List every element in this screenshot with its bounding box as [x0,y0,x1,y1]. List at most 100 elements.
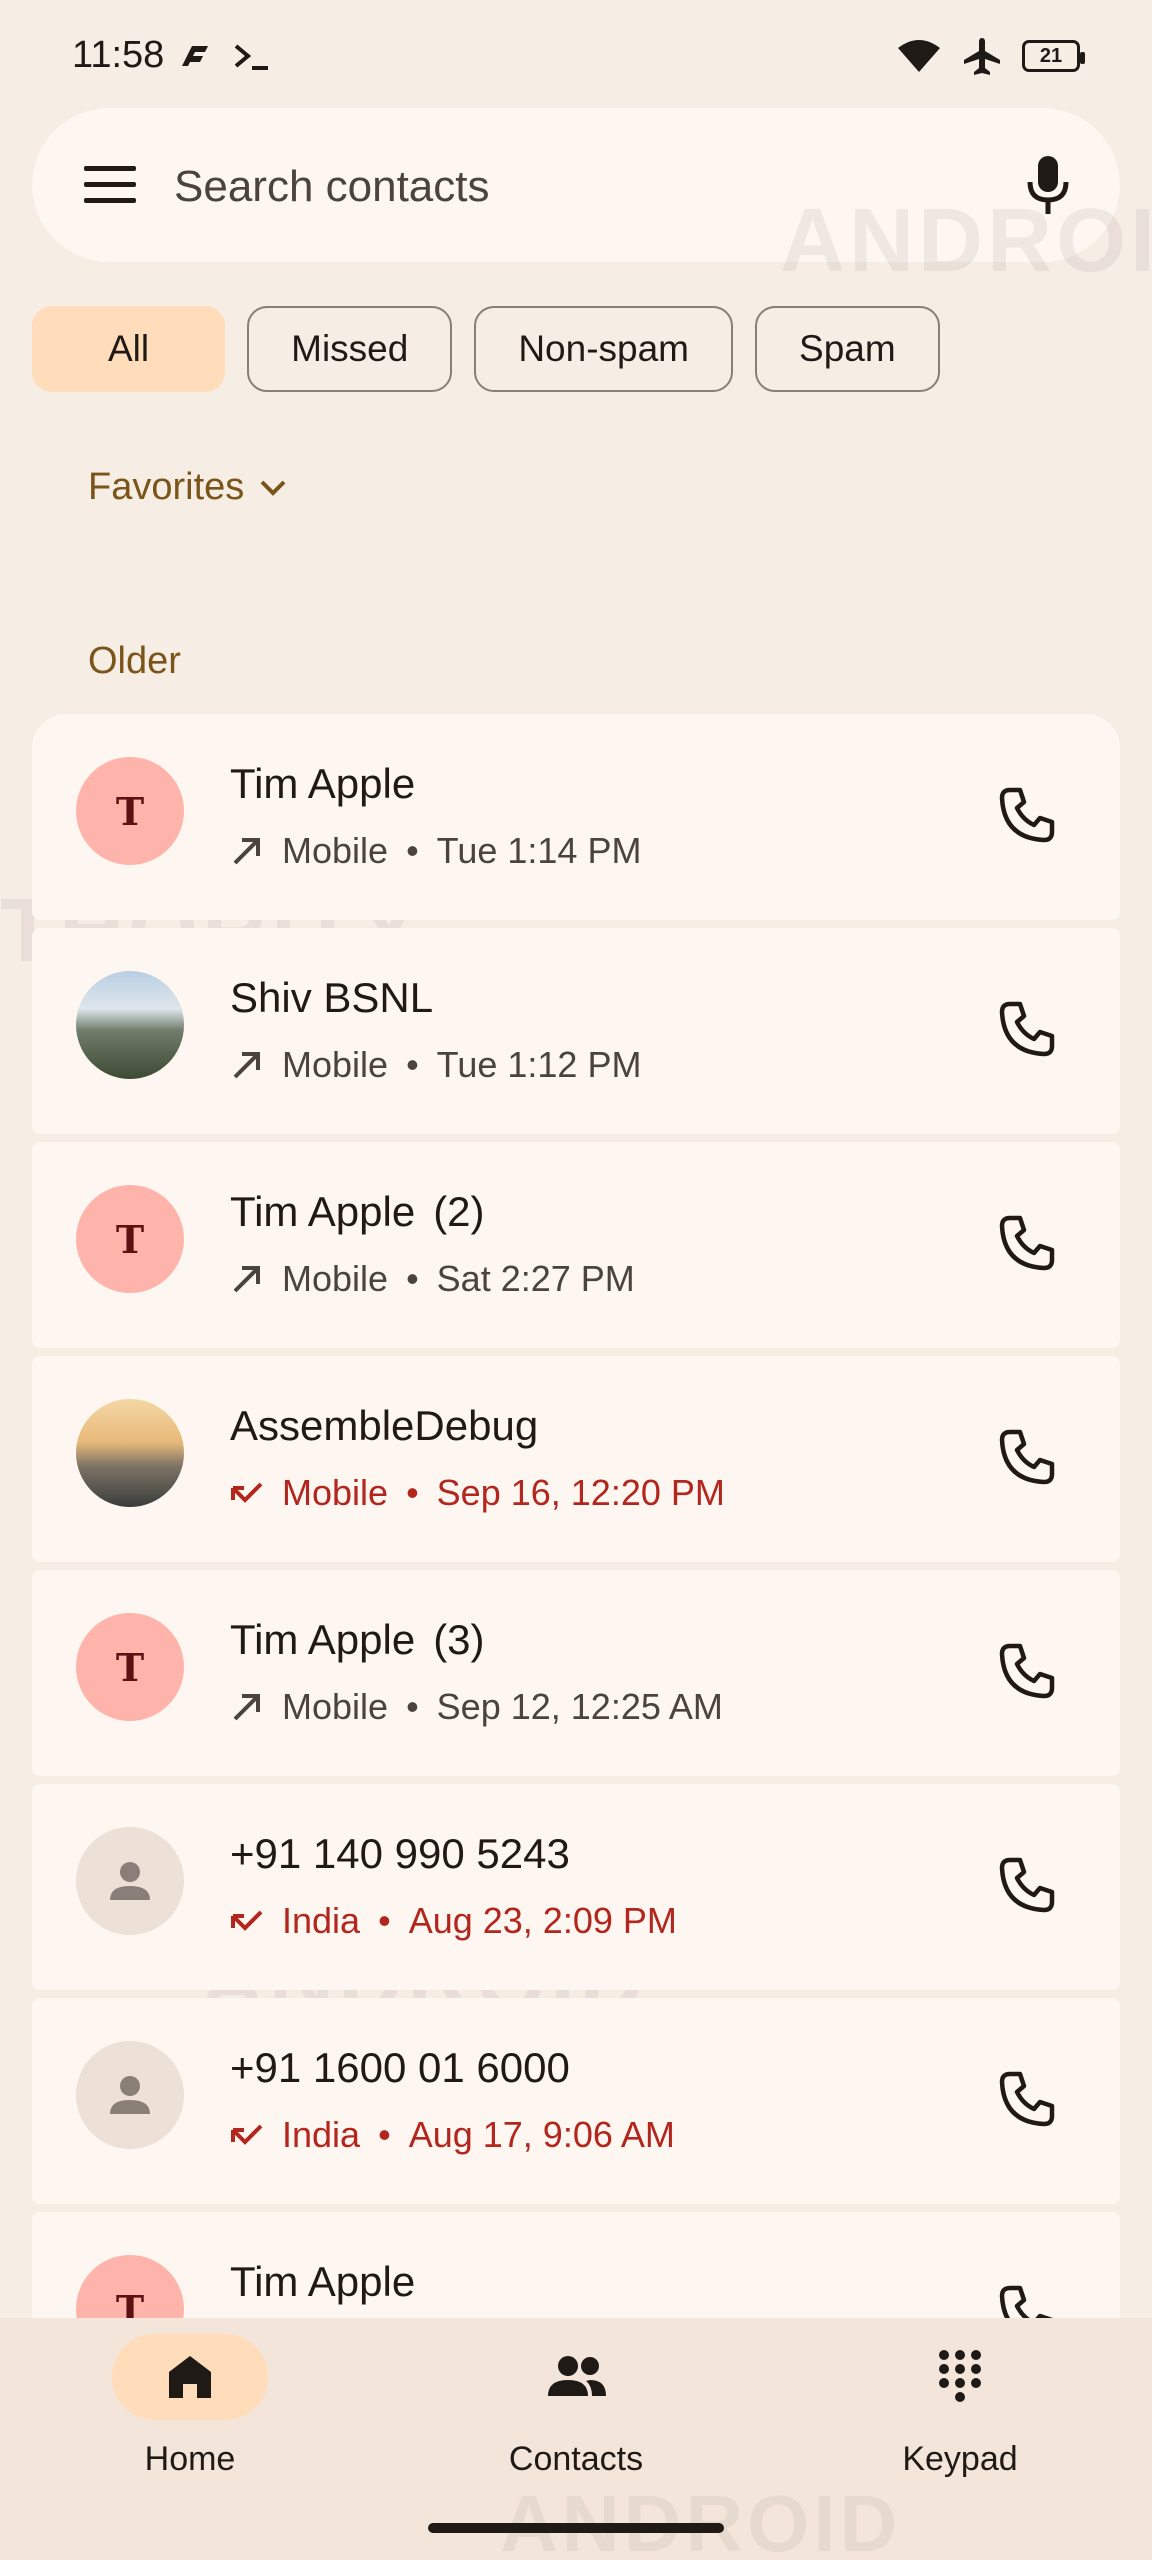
home-gesture-bar[interactable] [428,2523,724,2533]
phone-call-icon[interactable] [996,2282,1058,2318]
filter-chips: All Missed Non-spam Spam [32,306,940,392]
separator-dot: • [406,1472,419,1513]
call-time: Aug 17, 9:06 AM [408,2114,675,2155]
caller-name: Tim Apple [230,760,415,808]
menu-icon[interactable] [84,160,136,210]
avatar-photo[interactable] [76,971,184,1079]
outgoing-call-icon [233,1694,260,1721]
call-time: Tue 1:12 PM [436,1044,642,1085]
phone-call-icon[interactable] [996,1212,1058,1274]
call-type: India [282,2114,361,2155]
caller-name: +91 1600 01 6000 [230,2044,570,2092]
nav-home-label: Home [144,2440,236,2478]
call-type: Mobile [282,830,389,871]
call-details: India • Aug 23, 2:09 PM [230,1900,677,1942]
status-bar: 11:58 21 [0,0,1152,110]
call-time: Tue 1:14 PM [436,830,642,871]
caller-name-text: Tim Apple [230,2258,416,2305]
keypad-icon [939,2350,981,2402]
chip-spam[interactable]: Spam [755,306,940,392]
call-log-item[interactable]: T Tim Apple [32,2212,1120,2318]
app-notification-icon [182,46,208,66]
call-type: Mobile [282,1686,389,1727]
outgoing-call-icon [233,1052,260,1079]
search-bar[interactable]: Search contacts [32,108,1120,262]
nav-contacts-indicator [498,2334,654,2420]
call-details: Mobile • Tue 1:12 PM [230,1044,641,1086]
phone-call-icon[interactable] [996,1854,1058,1916]
phone-call-icon[interactable] [996,2068,1058,2130]
call-log-item[interactable]: +91 1600 01 6000 India • Aug 17, 9:06 AM [32,1998,1120,2204]
call-details: Mobile • Sep 16, 12:20 PM [230,1472,725,1514]
chip-missed[interactable]: Missed [247,306,453,392]
call-log-item[interactable]: Shiv BSNL Mobile • Tue 1:12 PM [32,928,1120,1134]
chip-all[interactable]: All [32,306,226,392]
search-input[interactable]: Search contacts [174,162,490,212]
call-log-item[interactable]: T Tim Apple (3) Mobile • Sep 12, 12:25 AM [32,1570,1120,1776]
call-type: India [282,1900,361,1941]
nav-keypad-label: Keypad [902,2440,1018,2478]
caller-name-text: Shiv BSNL [230,974,434,1021]
separator-dot: • [406,1686,419,1727]
call-count: (3) [433,1616,485,1663]
avatar[interactable] [76,2041,184,2149]
chevron-down-icon [260,480,286,496]
avatar-photo[interactable] [76,1399,184,1507]
call-log-item[interactable]: T Tim Apple Mobile • Tue 1:14 PM [32,714,1120,920]
call-details: Mobile • Sat 2:27 PM [230,1258,635,1300]
call-time: Sat 2:27 PM [436,1258,635,1299]
call-time: Sep 12, 12:25 AM [436,1686,723,1727]
favorites-toggle[interactable]: Favorites [88,466,288,509]
status-icons: 21 [896,36,1085,76]
call-details: Mobile • Tue 1:14 PM [230,830,641,872]
avatar[interactable]: T [76,1185,184,1293]
caller-name-text: Tim Apple [230,760,416,807]
nav-contacts-label: Contacts [508,2440,644,2478]
nav-keypad-indicator [882,2334,1038,2420]
caller-name-text: +91 140 990 5243 [230,1830,570,1877]
avatar[interactable] [76,1827,184,1935]
call-log-item[interactable]: T Tim Apple (2) Mobile • Sat 2:27 PM [32,1142,1120,1348]
phone-call-icon[interactable] [996,998,1058,1060]
battery-level: 21 [1039,44,1063,67]
missed-call-icon [231,1910,263,1931]
caller-name: Tim Apple [230,2258,415,2306]
call-details: India • Aug 17, 9:06 AM [230,2114,675,2156]
caller-name: Shiv BSNL [230,974,433,1022]
person-icon [110,2076,150,2114]
separator-dot: • [378,2114,391,2155]
phone-call-icon[interactable] [996,1426,1058,1488]
avatar[interactable]: T [76,1613,184,1721]
phone-call-icon[interactable] [996,1640,1058,1702]
status-time: 11:58 [72,34,165,76]
separator-dot: • [406,1044,419,1085]
call-log-item[interactable]: AssembleDebug Mobile • Sep 16, 12:20 PM [32,1356,1120,1562]
nav-home[interactable]: Home [60,2318,320,2518]
outgoing-call-icon [233,1266,260,1293]
nav-home-indicator [112,2334,268,2420]
nav-contacts[interactable]: Contacts [446,2318,706,2518]
call-type: Mobile [282,1472,389,1513]
separator-dot: • [378,1900,391,1941]
wifi-icon [898,40,940,72]
call-details: Mobile • Sep 12, 12:25 AM [230,1686,723,1728]
caller-name-text: Tim Apple [230,1616,416,1663]
call-log-item[interactable]: +91 140 990 5243 India • Aug 23, 2:09 PM [32,1784,1120,1990]
caller-name: AssembleDebug [230,1402,538,1450]
missed-call-icon [231,2124,263,2145]
caller-name: +91 140 990 5243 [230,1830,570,1878]
caller-name: Tim Apple (2) [230,1188,485,1236]
missed-call-icon [231,1482,263,1503]
caller-name: Tim Apple (3) [230,1616,485,1664]
caller-name-text: AssembleDebug [230,1402,539,1449]
avatar[interactable]: T [76,2255,184,2318]
call-type: Mobile [282,1044,389,1085]
microphone-icon[interactable] [1024,154,1072,216]
separator-dot: • [406,1258,419,1299]
avatar[interactable]: T [76,757,184,865]
chip-non-spam[interactable]: Non-spam [474,306,734,392]
phone-call-icon[interactable] [996,784,1058,846]
nav-keypad[interactable]: Keypad [830,2318,1090,2518]
call-count: (2) [433,1188,485,1235]
battery-icon: 21 [1022,40,1085,72]
